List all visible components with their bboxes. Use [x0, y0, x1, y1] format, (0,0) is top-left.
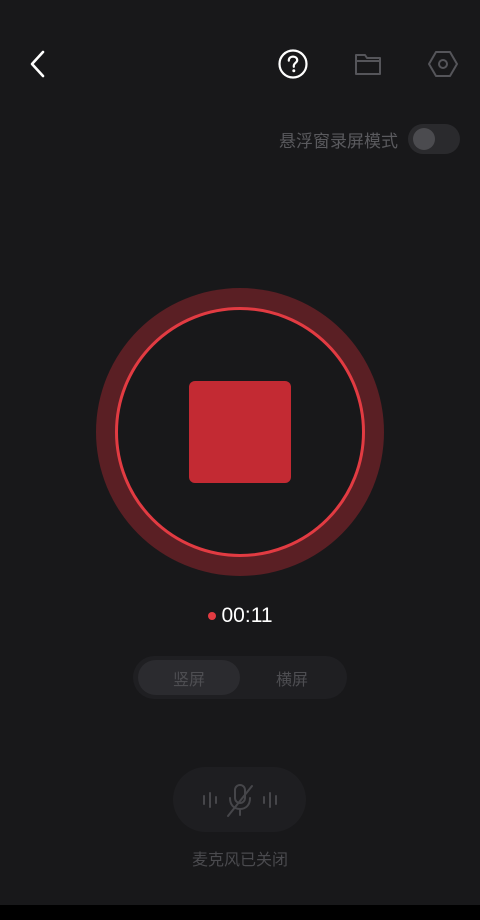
orientation-portrait-option[interactable]: 竖屏	[138, 660, 240, 695]
mic-off-icon	[202, 783, 277, 817]
orientation-switch: 竖屏 横屏	[133, 656, 347, 699]
recording-dot-icon	[207, 612, 216, 620]
floating-window-mode-label: 悬浮窗录屏模式	[279, 131, 398, 152]
microphone-toggle-button[interactable]	[173, 767, 306, 832]
back-button[interactable]	[16, 42, 60, 86]
help-button[interactable]	[271, 42, 315, 86]
floating-window-mode-toggle[interactable]	[408, 124, 460, 154]
recording-timer: 00:11	[0, 602, 480, 630]
floating-window-mode-row: 悬浮窗录屏模式	[260, 122, 460, 156]
settings-button[interactable]	[421, 42, 465, 86]
microphone-status-text: 麦克风已关闭	[191, 850, 288, 869]
stop-recording-button[interactable]	[189, 381, 291, 483]
elapsed-time: 00:11	[221, 604, 273, 627]
screen-recorder-screen: 悬浮窗录屏模式 00:11 竖屏 横屏 麦克风已关闭	[0, 0, 480, 905]
folder-icon	[355, 54, 381, 75]
system-navigation-bar	[0, 905, 480, 920]
folder-button[interactable]	[346, 42, 390, 86]
help-circle-icon	[278, 49, 308, 79]
chevron-left-icon	[30, 50, 45, 78]
hexagon-settings-icon	[428, 51, 458, 77]
orientation-landscape-option[interactable]: 横屏	[242, 660, 342, 695]
toggle-knob	[413, 128, 435, 150]
